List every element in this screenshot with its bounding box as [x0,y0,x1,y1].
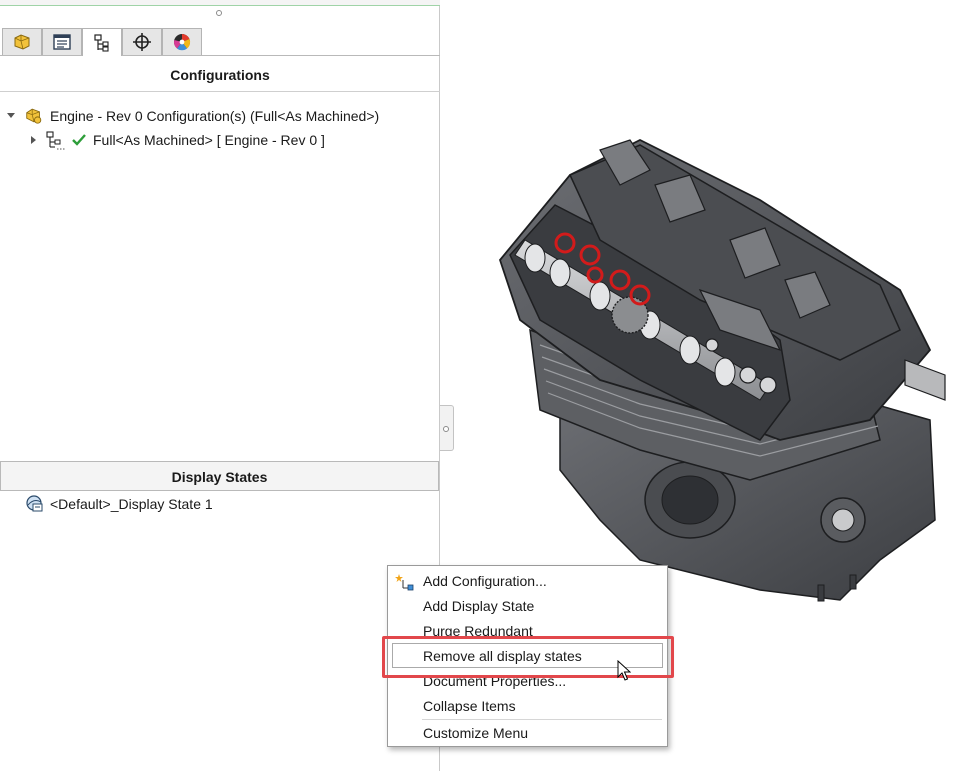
collapse-arrow-icon[interactable] [7,113,15,118]
menu-item-label: Document Properties... [423,673,567,689]
add-configuration-icon [395,574,414,591]
configuration-root-row[interactable]: Engine - Rev 0 Configuration(s) (Full<As… [7,106,379,125]
tab-dimxpert-manager[interactable] [122,28,162,55]
mouse-cursor-icon [617,660,631,681]
menu-item-label: Purge Redundant [423,623,533,639]
menu-item-label: Remove all display states [423,648,582,664]
panel-top-strip [0,0,440,6]
menu-item-label: Add Configuration... [423,573,547,589]
menu-item-label: Collapse Items [423,698,516,714]
configuration-tree-icon [46,131,66,150]
tab-feature-manager[interactable] [2,28,42,55]
display-manager-icon [173,33,191,51]
display-states-header: Display States [0,461,439,491]
property-manager-icon [53,34,71,50]
expand-arrow-icon[interactable] [31,136,36,144]
configuration-item-full[interactable]: Full<As Machined> [ Engine - Rev 0 ] [31,130,325,150]
part-config-icon [26,108,42,124]
panel-resize-handle[interactable] [216,10,222,16]
menu-item-purge-redundant[interactable]: Purge Redundant [388,619,667,644]
menu-item-customize-menu[interactable]: Customize Menu [388,721,667,746]
active-checkmark-icon [72,134,86,146]
display-state-label: <Default>_Display State 1 [50,495,213,512]
manager-tabbar [0,28,440,56]
display-state-item[interactable]: <Default>_Display State 1 [25,494,213,513]
configuration-root-label: Engine - Rev 0 Configuration(s) (Full<As… [50,107,380,124]
configuration-item-label: Full<As Machined> [ Engine - Rev 0 ] [93,132,325,148]
menu-item-add-display-state[interactable]: Add Display State [388,594,667,619]
menu-item-collapse-items[interactable]: Collapse Items [388,694,667,719]
context-menu: Add Configuration... Add Display State P… [387,565,668,747]
dimxpert-manager-icon [133,33,151,51]
menu-item-add-configuration[interactable]: Add Configuration... [388,569,667,594]
display-state-icon [26,495,43,512]
panel-splitter-handle[interactable] [440,405,454,451]
configurations-header: Configurations [0,58,440,92]
configuration-manager-panel: Configurations Engine - Rev 0 Configurat… [0,0,440,771]
configuration-manager-icon [94,33,109,52]
tab-property-manager[interactable] [42,28,82,55]
menu-separator [422,719,662,720]
feature-manager-icon [14,34,30,50]
menu-item-label: Add Display State [423,598,535,614]
tab-display-manager[interactable] [162,28,202,55]
tab-configuration-manager[interactable] [82,28,122,56]
menu-item-label: Customize Menu [423,725,529,741]
